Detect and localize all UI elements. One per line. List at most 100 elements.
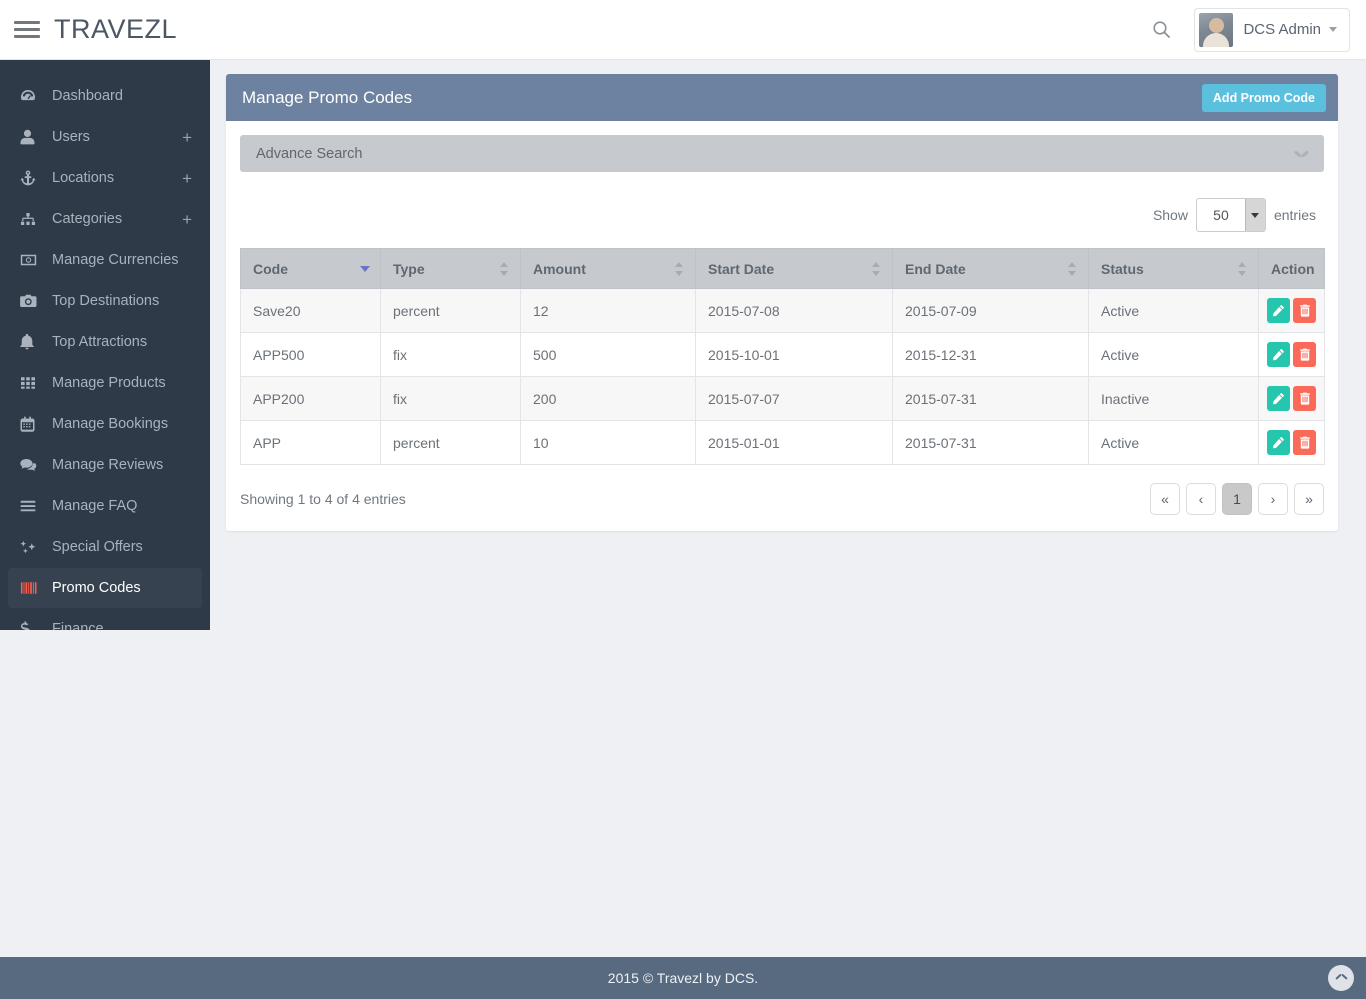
entries-select-value: 50	[1213, 207, 1229, 223]
entries-select[interactable]: 50	[1195, 198, 1266, 232]
sidebar-item-label: Dashboard	[52, 88, 123, 104]
select-arrow-icon[interactable]	[1244, 199, 1265, 231]
column-header-type[interactable]: Type	[380, 248, 521, 289]
comments-icon	[20, 458, 42, 473]
sidebar-item-manage-reviews[interactable]: Manage Reviews	[8, 445, 202, 485]
column-header-amount[interactable]: Amount	[520, 248, 696, 289]
pagination-previous[interactable]: ‹	[1186, 483, 1216, 515]
cell-action	[1258, 420, 1325, 465]
menu-toggle-icon[interactable]	[14, 19, 40, 41]
sidebar-item-dashboard[interactable]: Dashboard	[8, 76, 202, 116]
sidebar-item-categories[interactable]: Categories +	[8, 199, 202, 239]
list-icon	[20, 500, 42, 512]
cell-status: Active	[1088, 332, 1259, 377]
sitemap-icon	[20, 212, 42, 226]
column-header-action: Action	[1258, 248, 1325, 289]
sidebar-item-manage-faq[interactable]: Manage FAQ	[8, 486, 202, 526]
search-icon[interactable]	[1144, 13, 1178, 47]
sort-icon	[500, 261, 509, 277]
sidebar-item-finance[interactable]: Finance	[8, 609, 202, 630]
page-footer: 2015 © Travezl by DCS.	[0, 957, 1366, 999]
column-header-label: End Date	[905, 260, 966, 277]
pagination-first[interactable]: «	[1150, 483, 1180, 515]
cell-status: Active	[1088, 288, 1259, 333]
sidebar-item-manage-bookings[interactable]: Manage Bookings	[8, 404, 202, 444]
expand-icon[interactable]: +	[182, 170, 192, 187]
sidebar-item-manage-currencies[interactable]: Manage Currencies	[8, 240, 202, 280]
scroll-to-top-button[interactable]	[1328, 965, 1354, 991]
column-header-label: Start Date	[708, 260, 775, 277]
barcode-icon	[20, 581, 42, 595]
sidebar-item-users[interactable]: Users +	[8, 117, 202, 157]
add-promo-code-button[interactable]: Add Promo Code	[1201, 83, 1326, 112]
sort-icon	[675, 261, 684, 277]
user-menu[interactable]: DCS Admin	[1194, 7, 1350, 52]
sidebar-item-promo-codes[interactable]: Promo Codes	[8, 568, 202, 608]
panel-header: Manage Promo Codes Add Promo Code	[226, 74, 1338, 121]
brand-logo[interactable]: TRAVEZL	[54, 14, 177, 45]
pagination-page-1[interactable]: 1	[1222, 483, 1252, 515]
cell-amount: 500	[520, 332, 696, 377]
sidebar-item-locations[interactable]: Locations +	[8, 158, 202, 198]
column-header-start-date[interactable]: Start Date	[695, 248, 893, 289]
action-buttons	[1267, 430, 1316, 455]
column-header-label: Action	[1271, 260, 1315, 277]
column-header-code[interactable]: Code	[240, 248, 381, 289]
sidebar-item-label: Top Attractions	[52, 334, 148, 350]
promo-codes-table: Code Type Amount Start Date End Date Status Ac…	[240, 248, 1325, 465]
cell-amount: 12	[520, 288, 696, 333]
advance-search-toggle[interactable]: Advance Search	[240, 135, 1324, 172]
pagination-last[interactable]: »	[1294, 483, 1324, 515]
calendar-icon	[20, 416, 42, 432]
cell-amount: 10	[520, 420, 696, 465]
sidebar-item-top-destinations[interactable]: Top Destinations	[8, 281, 202, 321]
expand-icon[interactable]: +	[182, 129, 192, 146]
cell-status: Inactive	[1088, 376, 1259, 421]
cell-type: percent	[380, 420, 521, 465]
table-length-control: Show 50 entries	[240, 198, 1324, 232]
main-content: Manage Promo Codes Add Promo Code Advanc…	[210, 60, 1366, 950]
cell-code: APP	[240, 420, 381, 465]
delete-button[interactable]	[1293, 342, 1316, 367]
cell-action	[1258, 376, 1325, 421]
sidebar-item-label: Top Destinations	[52, 293, 160, 309]
pagination: «‹ 1 ›»	[1150, 483, 1324, 515]
edit-button[interactable]	[1267, 342, 1290, 367]
edit-button[interactable]	[1267, 298, 1290, 323]
user-icon	[20, 129, 42, 145]
delete-button[interactable]	[1293, 430, 1316, 455]
avatar	[1199, 12, 1234, 47]
hamburger-bar	[14, 35, 40, 38]
sort-icon	[872, 261, 881, 277]
entries-label: entries	[1273, 207, 1316, 223]
sidebar-item-top-attractions[interactable]: Top Attractions	[8, 322, 202, 362]
show-label: Show	[1152, 207, 1188, 223]
advance-search-label: Advance Search	[256, 145, 363, 162]
column-header-end-date[interactable]: End Date	[892, 248, 1089, 289]
cell-end: 2015-07-09	[892, 288, 1089, 333]
edit-button[interactable]	[1267, 430, 1290, 455]
table-row: APP percent 10 2015-01-01 2015-07-31 Active	[240, 420, 1325, 465]
hamburger-bar	[14, 28, 40, 31]
delete-button[interactable]	[1293, 298, 1316, 323]
pagination-next[interactable]: ›	[1258, 483, 1288, 515]
action-buttons	[1267, 342, 1316, 367]
sidebar-item-special-offers[interactable]: Special Offers	[8, 527, 202, 567]
sidebar-item-manage-products[interactable]: Manage Products	[8, 363, 202, 403]
cell-start: 2015-07-07	[695, 376, 893, 421]
sidebar-item-label: Finance	[52, 621, 104, 630]
edit-button[interactable]	[1267, 386, 1290, 411]
sidebar-item-label: Promo Codes	[52, 580, 141, 596]
delete-button[interactable]	[1293, 386, 1316, 411]
grid-icon	[20, 376, 42, 390]
action-buttons	[1267, 298, 1316, 323]
column-header-label: Status	[1101, 260, 1144, 277]
expand-icon[interactable]: +	[182, 211, 192, 228]
chevron-up-icon	[1336, 975, 1347, 982]
copyright-text: 2015 © Travezl by DCS.	[607, 970, 759, 986]
table-body: Save20 percent 12 2015-07-08 2015-07-09 Activ…	[240, 288, 1325, 465]
column-header-status[interactable]: Status	[1088, 248, 1259, 289]
hamburger-bar	[14, 21, 40, 24]
cell-amount: 200	[520, 376, 696, 421]
cell-start: 2015-10-01	[695, 332, 893, 377]
